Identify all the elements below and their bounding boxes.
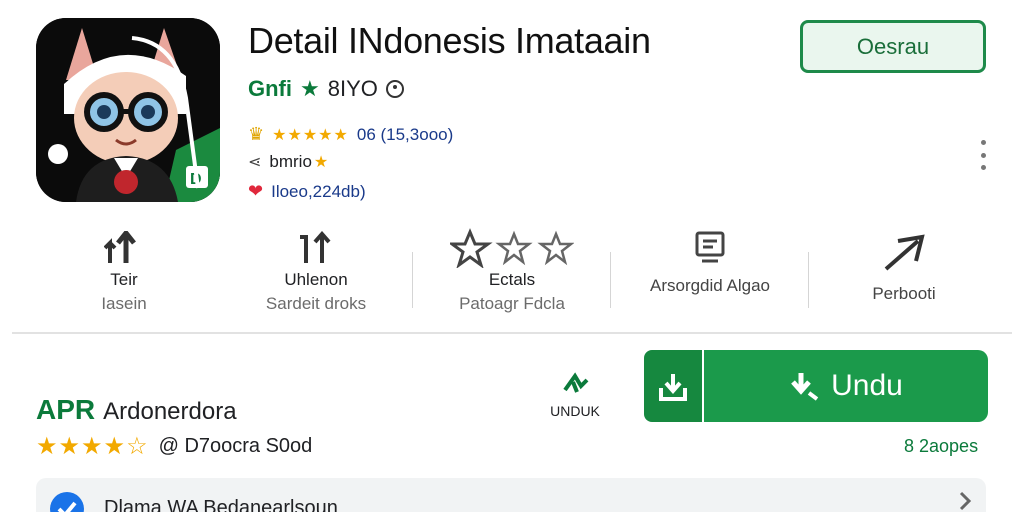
developer-suffix: 8IYO xyxy=(327,76,378,101)
category-label: bmrio xyxy=(269,152,312,171)
app-title: Detail INdonesis Imataain xyxy=(248,20,651,61)
stat-sublabel: Iasein xyxy=(101,294,147,313)
stat-sublabel: Sardeit droks xyxy=(265,294,367,313)
check-circle-icon xyxy=(50,492,84,512)
rating-stars: ★★★★★ xyxy=(272,126,349,144)
stat-label: Ectals xyxy=(488,270,536,289)
download-button[interactable]: Undu xyxy=(704,350,988,422)
stat-label: Arsorgdid Algao xyxy=(649,276,771,295)
rating-count: 06 (15,3ooo) xyxy=(356,124,454,144)
cartoon-cat-avatar-icon: D xyxy=(36,18,220,202)
unduk-link[interactable]: UNDUK xyxy=(540,370,610,419)
stat-sublabel: Patoagr Fdcla xyxy=(459,294,565,313)
three-stars-icon xyxy=(448,228,576,268)
chevron-right-icon xyxy=(959,491,972,511)
star-icon: ★ xyxy=(300,76,320,101)
stat-item[interactable]: Uhlenon Sardeit droks xyxy=(250,228,382,314)
stats-row: Teir Iasein Uhlenon Sardeit droks Ectals… xyxy=(12,228,1012,328)
download-arrow-icon xyxy=(563,372,589,393)
divider xyxy=(412,252,413,308)
verify-bar[interactable]: Dlama WA Bedanearlsoun xyxy=(36,478,986,512)
rating-stars: ★★★★☆ xyxy=(36,433,149,460)
rating-label: @ D7oocra S0od xyxy=(158,435,313,457)
download-icon-button[interactable] xyxy=(644,350,702,422)
crown-icon: ♛ xyxy=(248,124,265,144)
developer-name[interactable]: Gnfi xyxy=(248,76,292,102)
divider xyxy=(808,252,809,308)
apk-rating-row: ★★★★☆ @ D7oocra S0od xyxy=(36,432,312,461)
send-arrow-icon xyxy=(856,228,952,278)
info-icon[interactable] xyxy=(385,80,404,98)
download-icon xyxy=(659,374,687,401)
downloads-meta-row: ❤ Iloeo,224db) xyxy=(248,181,366,202)
download-button-group: Undu xyxy=(644,350,988,422)
unduk-label: UNDUK xyxy=(550,403,600,419)
stat-item[interactable]: Perbooti xyxy=(856,228,952,304)
arrows-up-icon xyxy=(72,228,176,268)
download-button-label: Undu xyxy=(831,369,903,402)
upload-arrows-icon xyxy=(250,228,382,268)
apk-title: APR Ardonerdora xyxy=(36,394,237,426)
pages-label: 8 2aopes xyxy=(904,436,979,456)
category-meta-row: ⋖ bmrio ★ xyxy=(248,152,329,172)
developer-row: Gnfi ★ 8IYO xyxy=(248,76,404,102)
download-arrow-icon xyxy=(791,373,819,401)
apk-badge: APR xyxy=(36,394,96,425)
apk-name: Ardonerdora xyxy=(103,398,237,425)
stat-label: Uhlenon xyxy=(284,270,348,289)
stat-label: Teir xyxy=(110,270,138,289)
share-icon: ⋖ xyxy=(248,154,262,171)
heart-icon: ❤ xyxy=(248,181,264,201)
stat-item[interactable]: Teir Iasein xyxy=(72,228,176,314)
stat-item[interactable]: Ectals Patoagr Fdcla xyxy=(448,228,576,314)
more-vertical-icon[interactable] xyxy=(976,140,990,170)
star-icon: ★ xyxy=(313,154,330,171)
open-button[interactable]: Oesrau xyxy=(800,20,986,73)
divider xyxy=(610,252,611,308)
app-icon: D xyxy=(36,18,220,202)
document-icon xyxy=(640,228,780,268)
stat-item[interactable]: Arsorgdid Algao xyxy=(640,228,780,296)
rating-meta-row: ♛ ★★★★★ 06 (15,3ooo) xyxy=(248,124,453,145)
verify-text: Dlama WA Bedanearlsoun xyxy=(104,496,338,512)
stat-label: Perbooti xyxy=(872,284,936,303)
downloads-count: Iloeo,224db) xyxy=(271,181,366,201)
section-divider xyxy=(12,332,1012,334)
